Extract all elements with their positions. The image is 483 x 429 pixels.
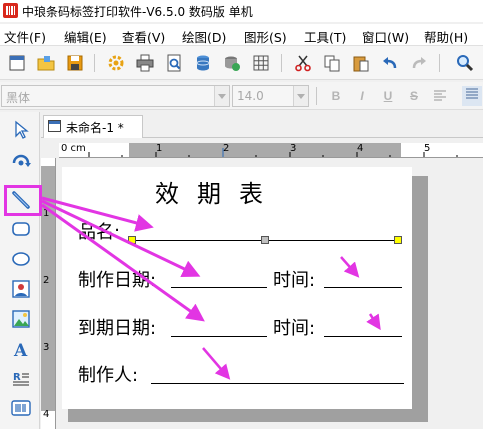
arrow-to-time-2: [366, 313, 381, 331]
annotation-arrows: [41, 196, 381, 380]
arrow-to-product-line: [41, 196, 154, 232]
arrow-to-time-1: [340, 256, 360, 278]
arrow-to-production-date: [41, 199, 201, 277]
arrow-to-producer: [202, 347, 231, 380]
arrow-to-expiry-date: [41, 203, 205, 322]
